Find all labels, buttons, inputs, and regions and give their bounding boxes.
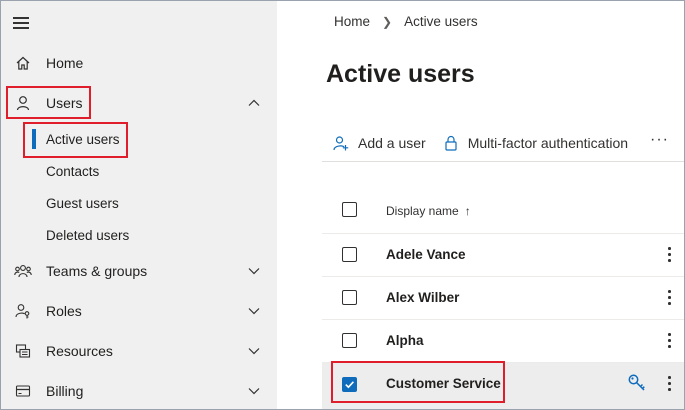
credit-card-icon: [14, 382, 32, 400]
row-more-actions-icon[interactable]: [668, 331, 672, 349]
person-key-icon: [14, 302, 32, 320]
row-more-actions-icon[interactable]: [668, 245, 672, 263]
more-commands-button[interactable]: ···: [650, 131, 669, 149]
row-more-actions-icon[interactable]: [668, 374, 672, 392]
chevron-down-icon[interactable]: [247, 264, 261, 278]
row-display-name[interactable]: Alpha: [386, 333, 424, 348]
nav-contacts[interactable]: Contacts: [1, 157, 277, 185]
command-bar-divider: [322, 161, 684, 162]
select-all-checkbox[interactable]: [342, 202, 357, 217]
table-row[interactable]: Alex Wilber: [322, 276, 684, 319]
chevron-down-icon[interactable]: [247, 344, 261, 358]
row-checkbox[interactable]: [342, 333, 357, 348]
row-checkbox[interactable]: [342, 247, 357, 262]
person-icon: [14, 94, 32, 112]
nav-home-label: Home: [46, 55, 84, 71]
nav-deleted-users[interactable]: Deleted users: [1, 221, 277, 249]
nav-billing-label: Billing: [46, 383, 84, 399]
people-group-icon: [14, 262, 32, 280]
row-checkbox[interactable]: [342, 290, 357, 305]
row-checkbox-checked[interactable]: [342, 377, 357, 392]
table-row[interactable]: Adele Vance: [322, 233, 684, 276]
chevron-down-icon[interactable]: [247, 304, 261, 318]
table-row[interactable]: Alpha: [322, 319, 684, 362]
nav-guest-users-label: Guest users: [46, 195, 119, 211]
left-navigation: Home Users Active users Contacts Guest u…: [1, 1, 277, 409]
hamburger-menu-icon[interactable]: [13, 15, 31, 29]
admin-center-window: Home Users Active users Contacts Guest u…: [0, 0, 685, 410]
multi-factor-authentication-button[interactable]: Multi-factor authentication: [442, 134, 628, 152]
add-person-icon: [332, 134, 350, 152]
row-more-actions-icon[interactable]: [668, 288, 672, 306]
nav-deleted-users-label: Deleted users: [46, 227, 130, 243]
resources-icon: [14, 342, 32, 360]
display-name-column-header[interactable]: Display name ↑: [386, 204, 471, 218]
page-title: Active users: [326, 60, 475, 88]
nav-billing[interactable]: Billing: [1, 374, 277, 408]
row-display-name[interactable]: Adele Vance: [386, 247, 466, 262]
nav-users-label: Users: [46, 95, 83, 111]
breadcrumb-current: Active users: [404, 14, 478, 29]
nav-resources-label: Resources: [46, 343, 113, 359]
nav-users[interactable]: Users: [1, 86, 277, 120]
add-user-label: Add a user: [358, 135, 426, 151]
nav-active-users[interactable]: Active users: [1, 125, 277, 153]
row-display-name[interactable]: Customer Service: [386, 376, 501, 391]
row-display-name[interactable]: Alex Wilber: [386, 290, 459, 305]
home-icon: [14, 54, 32, 72]
lock-icon: [442, 134, 460, 152]
breadcrumb-chevron-icon: ❯: [382, 14, 393, 29]
mfa-label: Multi-factor authentication: [467, 135, 629, 151]
checkmark-icon: [345, 381, 354, 389]
nav-teams-groups[interactable]: Teams & groups: [1, 254, 277, 288]
nav-roles-label: Roles: [46, 303, 82, 319]
sort-ascending-icon: ↑: [464, 204, 471, 218]
table-row-selected[interactable]: Customer Service: [322, 362, 684, 409]
key-icon[interactable]: [627, 373, 647, 393]
nav-home[interactable]: Home: [1, 46, 277, 80]
chevron-up-icon[interactable]: [247, 96, 261, 110]
nav-contacts-label: Contacts: [46, 163, 100, 179]
main-content: Home ❯ Active users Active users Add a u…: [277, 1, 684, 409]
nav-active-users-label: Active users: [46, 131, 120, 147]
add-user-button[interactable]: Add a user: [332, 134, 426, 152]
nav-guest-users[interactable]: Guest users: [1, 189, 277, 217]
command-bar: Add a user Multi-factor authentication: [332, 129, 628, 157]
chevron-down-icon[interactable]: [247, 384, 261, 398]
nav-resources[interactable]: Resources: [1, 334, 277, 368]
nav-roles[interactable]: Roles: [1, 294, 277, 328]
breadcrumb-home[interactable]: Home: [334, 14, 370, 29]
display-name-header-label: Display name: [386, 204, 459, 218]
nav-teams-groups-label: Teams & groups: [46, 263, 148, 279]
breadcrumb: Home ❯ Active users: [334, 14, 478, 29]
